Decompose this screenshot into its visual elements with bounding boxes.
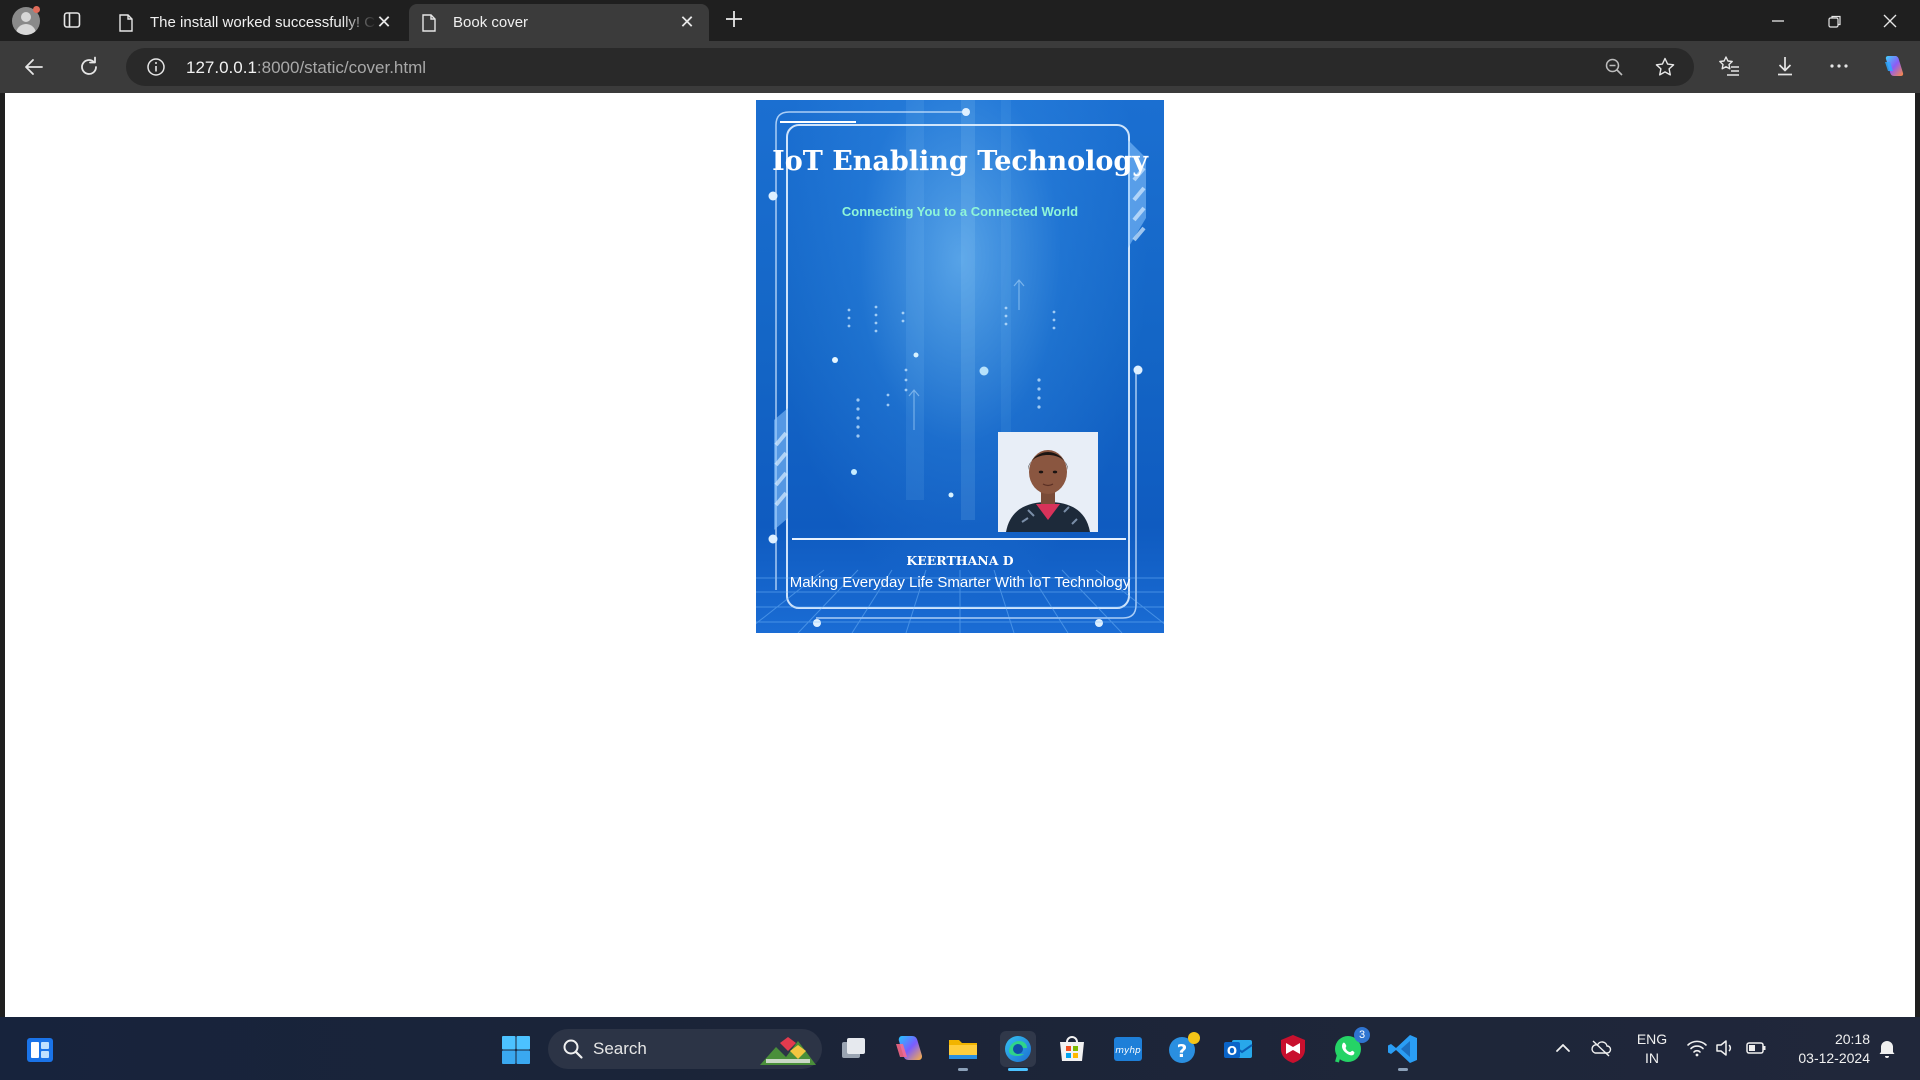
favorites-icon[interactable] (1716, 53, 1742, 79)
chevron-up-icon[interactable] (1552, 1037, 1574, 1059)
copilot-icon[interactable] (1880, 53, 1906, 79)
new-tab-button[interactable] (723, 8, 745, 30)
site-info-icon[interactable] (146, 57, 166, 77)
region-code: IN (1645, 1050, 1659, 1066)
close-icon[interactable]: ✕ (376, 13, 392, 31)
mcafee-icon[interactable] (1275, 1031, 1311, 1067)
myhp-icon[interactable]: myhp (1110, 1031, 1146, 1067)
windows-start-icon[interactable] (500, 1034, 532, 1066)
downloads-icon[interactable] (1772, 53, 1798, 79)
more-options-icon[interactable] (1826, 53, 1852, 79)
whatsapp-icon[interactable]: 3 (1330, 1027, 1370, 1067)
copilot-taskbar-icon[interactable] (890, 1031, 926, 1067)
cover-divider (792, 538, 1126, 540)
search-icon (562, 1038, 584, 1060)
active-indicator (1008, 1068, 1028, 1071)
outlook-icon[interactable]: O (1220, 1031, 1256, 1067)
browser-toolbar: 127.0.0.1:8000/static/cover.html (0, 41, 1920, 93)
back-icon[interactable] (20, 53, 48, 81)
language-code: ENG (1636, 1031, 1668, 1047)
widgets-icon[interactable] (24, 1034, 56, 1066)
search-highlight-icon (760, 1033, 816, 1065)
address-bar[interactable]: 127.0.0.1:8000/static/cover.html (126, 48, 1694, 86)
restore-button[interactable] (1806, 0, 1862, 41)
tab-book-cover[interactable]: Book cover ✕ (409, 4, 709, 41)
taskbar-search[interactable]: Search (548, 1029, 822, 1069)
cover-subtitle: Connecting You to a Connected World (841, 204, 1079, 219)
system-clock[interactable]: 20:18 03-12-2024 (1780, 1030, 1870, 1068)
onedrive-offline-icon[interactable] (1590, 1037, 1612, 1059)
windows-taskbar: Search myhp ? O 3 ENG IN 20:18 03-12-202… (0, 1017, 1920, 1080)
running-indicator (1398, 1068, 1408, 1071)
url-host: 127.0.0.1 (186, 58, 257, 77)
browser-tab-strip: The install worked successfully! Congrat… (0, 0, 1920, 41)
cover-title: IoT Enabling Technology (772, 146, 1148, 177)
battery-icon[interactable] (1745, 1037, 1767, 1059)
cover-tagline: Making Everyday Life Smarter With IoT Te… (789, 574, 1131, 591)
page-icon (118, 14, 134, 32)
book-cover: IoT Enabling Technology Connecting You t… (756, 100, 1164, 633)
zoom-out-icon[interactable] (1604, 57, 1624, 77)
clock-date: 03-12-2024 (1798, 1050, 1870, 1066)
tab-actions-icon[interactable] (62, 10, 82, 30)
page-icon (421, 14, 437, 32)
running-indicator (958, 1068, 968, 1071)
get-help-icon[interactable]: ? (1165, 1031, 1201, 1067)
tab-label: Book cover (453, 14, 529, 31)
volume-icon[interactable] (1714, 1037, 1736, 1059)
file-explorer-icon[interactable] (945, 1031, 981, 1071)
notification-badge: 3 (1354, 1027, 1370, 1043)
author-photo (998, 432, 1098, 532)
close-window-button[interactable] (1862, 0, 1918, 41)
search-label: Search (593, 1039, 647, 1058)
wifi-icon[interactable] (1686, 1037, 1708, 1059)
tab-label: The install worked successfully! Congrat… (150, 14, 376, 31)
url-path: :8000/static/cover.html (256, 58, 427, 77)
close-icon[interactable]: ✕ (679, 13, 695, 31)
tab-install-worked[interactable]: The install worked successfully! Congrat… (106, 4, 406, 41)
clock-time: 20:18 (1834, 1031, 1870, 1047)
url-text[interactable]: 127.0.0.1:8000/static/cover.html (186, 58, 426, 78)
svg-text:O: O (1227, 1044, 1237, 1058)
svg-text:myhp: myhp (1115, 1046, 1141, 1056)
task-view-icon[interactable] (836, 1031, 872, 1067)
svg-text:?: ? (1177, 1041, 1187, 1062)
author-name: KEERTHANA D (906, 553, 1014, 568)
profile-notification-dot (33, 6, 40, 13)
edge-browser-icon[interactable] (1000, 1031, 1036, 1071)
favorite-star-icon[interactable] (1654, 56, 1676, 78)
minimize-button[interactable] (1750, 0, 1806, 41)
notification-bell-icon[interactable] (1876, 1037, 1898, 1059)
refresh-icon[interactable] (75, 53, 103, 81)
vscode-icon[interactable] (1385, 1031, 1421, 1071)
page-viewport: IoT Enabling Technology Connecting You t… (5, 93, 1915, 1017)
microsoft-store-icon[interactable] (1054, 1031, 1090, 1067)
language-indicator[interactable]: ENG IN (1632, 1030, 1672, 1068)
